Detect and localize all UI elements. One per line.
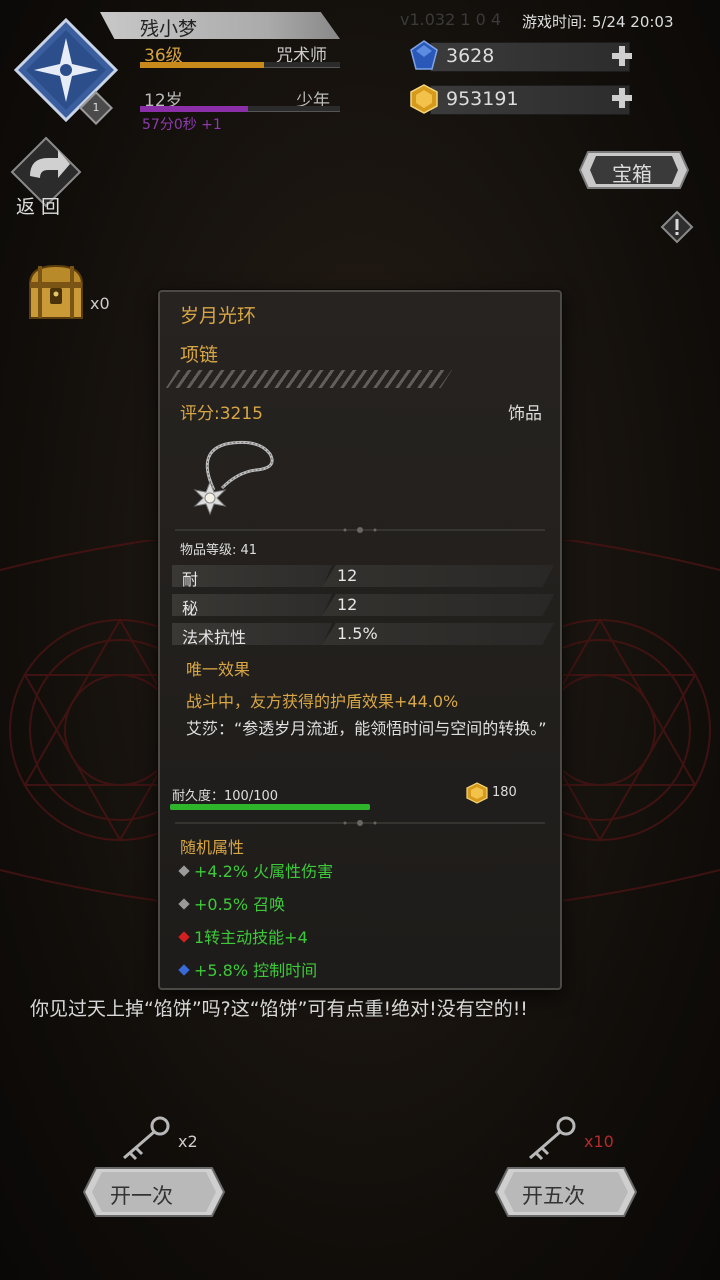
key-icon	[123, 1116, 170, 1161]
add-gems-button[interactable]	[610, 44, 634, 68]
info-icon[interactable]	[660, 210, 694, 244]
random-attr-text: +5.8% 控制时间	[194, 961, 318, 980]
key-count-once: x2	[178, 1132, 198, 1151]
game-time: 游戏时间: 5/24 20:03	[522, 13, 674, 31]
exp-bar-fill	[140, 62, 264, 68]
hatch-divider	[166, 370, 452, 388]
key-count-five: x10	[584, 1132, 614, 1151]
age-timer: 57分0秒 +1	[142, 117, 222, 133]
random-attr-text: +0.5% 召唤	[194, 895, 286, 914]
ornament-divider	[175, 820, 545, 826]
unique-effect-title: 唯一效果	[186, 660, 251, 679]
stat-value: 1.5%	[337, 624, 378, 643]
stat-value: 12	[337, 566, 358, 585]
stat-label: 法术抗性	[182, 628, 247, 647]
rank-badge-value: 1	[92, 101, 100, 114]
stat-label: 秘	[182, 599, 199, 618]
stat-row: 耐 12	[172, 565, 554, 589]
gem-balance: 3628	[446, 45, 495, 67]
chest-count: x0	[90, 294, 110, 313]
random-attrs-title: 随机属性	[180, 838, 245, 857]
necklace-icon	[193, 440, 274, 516]
gold-balance: 953191	[446, 88, 519, 110]
chest-tab-label[interactable]: 宝箱	[612, 158, 652, 187]
item-level: 物品等级: 41	[180, 543, 258, 558]
item-slot: 项链	[180, 344, 219, 366]
item-name: 岁月光环	[180, 305, 257, 327]
random-attr-text: 1转主动技能+4	[194, 928, 308, 947]
ornament-divider	[175, 527, 545, 533]
item-lore: 艾莎：“参透岁月流逝，能领悟时间与空间的转换。”	[186, 719, 547, 738]
item-score: 评分:3215	[180, 404, 263, 424]
add-gold-button[interactable]	[610, 86, 634, 110]
gem-socket-icon	[178, 930, 190, 943]
gem-socket-icon	[178, 897, 190, 910]
stat-row: 秘 12	[172, 594, 554, 618]
age-bar-fill	[140, 106, 248, 112]
flavor-text: 你见过天上掉“馅饼”吗?这“馅饼”可有点重!绝对!没有空的!!	[30, 998, 528, 1020]
name-plate	[100, 12, 340, 39]
blue-gem-icon	[410, 40, 438, 70]
random-attr: +5.8% 控制时间	[178, 957, 318, 981]
random-attr: +0.5% 召唤	[178, 891, 286, 915]
key-icon	[529, 1116, 576, 1161]
gold-gem-icon	[410, 84, 438, 114]
open-five-label[interactable]: 开五次	[522, 1180, 585, 1210]
random-attr: 1转主动技能+4	[178, 924, 308, 948]
unique-effect-text: 战斗中，友方获得的护盾效果+44.0%	[186, 692, 459, 711]
durability-label: 耐久度：100/100	[172, 789, 279, 804]
stat-row: 法术抗性 1.5%	[172, 623, 554, 647]
stat-value: 12	[337, 595, 358, 614]
durability-bar-fill	[170, 804, 370, 810]
open-once-label[interactable]: 开一次	[110, 1180, 173, 1210]
random-attr-text: +4.2% 火属性伤害	[194, 862, 334, 881]
sell-price: 180	[492, 785, 517, 800]
player-name: 残小梦	[140, 18, 198, 40]
item-category: 饰品	[508, 404, 542, 424]
stat-label: 耐	[182, 570, 199, 589]
version-text: v1.032 1 0 4	[400, 10, 502, 29]
gem-socket-icon	[178, 864, 190, 877]
random-attr: +4.2% 火属性伤害	[178, 858, 334, 882]
treasure-chest-icon[interactable]	[24, 262, 88, 324]
gold-gem-icon	[466, 782, 488, 804]
back-label[interactable]: 返回	[16, 192, 66, 219]
gem-socket-icon	[178, 963, 190, 976]
